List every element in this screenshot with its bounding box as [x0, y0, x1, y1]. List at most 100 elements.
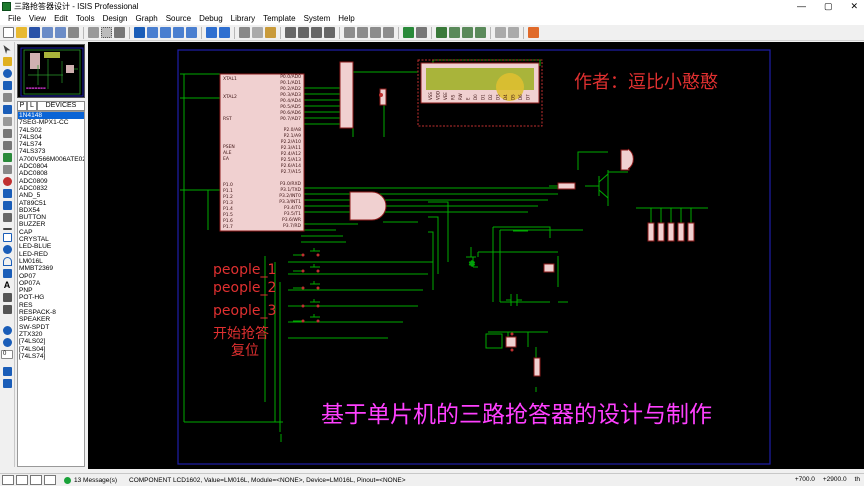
- push-button[interactable]: [293, 281, 320, 290]
- base-resistor[interactable]: [557, 182, 576, 190]
- box-2d-icon[interactable]: [2, 233, 12, 242]
- device-list-item[interactable]: [74LS04]: [18, 346, 84, 353]
- menu-edit[interactable]: Edit: [50, 14, 72, 23]
- library-manager-button[interactable]: L: [27, 101, 37, 111]
- resistor-row[interactable]: [647, 222, 695, 242]
- device-list[interactable]: 1N4148 7SEG-MPX1-CC 74LS02 74LS04 74LS74 74LS…: [17, 111, 85, 467]
- pick-device-icon[interactable]: [344, 27, 355, 38]
- open-file-icon[interactable]: [16, 27, 27, 38]
- device-list-item[interactable]: 7SEG-MPX1-CC: [18, 119, 84, 126]
- push-button[interactable]: [293, 264, 320, 273]
- block-move-icon[interactable]: [298, 27, 309, 38]
- wire-autorouter-icon[interactable]: [403, 27, 414, 38]
- bill-of-materials-icon[interactable]: [495, 27, 506, 38]
- device-list-item[interactable]: ZTX320: [18, 331, 84, 338]
- netlist-to-ares-icon[interactable]: [528, 27, 539, 38]
- remove-sheet-icon[interactable]: [462, 27, 473, 38]
- device-list-item[interactable]: AT89C51: [18, 200, 84, 207]
- device-list-item[interactable]: POT-HG: [18, 294, 84, 301]
- menu-library[interactable]: Library: [227, 14, 259, 23]
- zoom-out-icon[interactable]: [160, 27, 171, 38]
- print-icon[interactable]: [68, 27, 79, 38]
- device-list-item[interactable]: [74LS74]: [18, 353, 84, 360]
- stop-button[interactable]: [44, 475, 56, 485]
- path-2d-icon[interactable]: [2, 269, 12, 278]
- pick-devices-button[interactable]: P: [17, 101, 27, 111]
- copy-icon[interactable]: [252, 27, 263, 38]
- device-list-item[interactable]: ADC0809: [18, 178, 84, 185]
- rotate-anticlockwise-icon[interactable]: [2, 338, 12, 347]
- component-mode-icon[interactable]: [2, 57, 12, 66]
- device-list-item[interactable]: ADC0804: [18, 163, 84, 170]
- device-list-item[interactable]: LM016L: [18, 258, 84, 265]
- device-list-item[interactable]: RESPACK-8: [18, 309, 84, 316]
- menu-template[interactable]: Template: [259, 14, 299, 23]
- device-list-item[interactable]: OP07: [18, 273, 84, 280]
- menu-help[interactable]: Help: [334, 14, 358, 23]
- current-probe-icon[interactable]: [2, 201, 12, 210]
- block-rotate-icon[interactable]: [311, 27, 322, 38]
- wire-label-icon[interactable]: [2, 81, 12, 90]
- device-list-item[interactable]: ADC0832: [18, 185, 84, 192]
- device-list-item[interactable]: BUTTON: [18, 214, 84, 221]
- pause-button[interactable]: [30, 475, 42, 485]
- device-list-item[interactable]: BDX54: [18, 207, 84, 214]
- device-list-item[interactable]: SW-SPDT: [18, 324, 84, 331]
- block-delete-icon[interactable]: [324, 27, 335, 38]
- text-2d-icon[interactable]: A: [3, 281, 12, 290]
- mirror-x-icon[interactable]: [2, 367, 12, 376]
- device-list-item[interactable]: A700V566M006ATE028: [18, 156, 84, 163]
- tape-recorder-icon[interactable]: [2, 165, 12, 174]
- contrast-potentiometer[interactable]: [379, 88, 387, 106]
- junction-dot-icon[interactable]: [2, 69, 12, 78]
- schematic-canvas[interactable]: XTAL1 XTAL2 RST PSEN ALE EA P1.0 P1.1 P1.2 P1.3 P1…: [88, 42, 864, 469]
- device-list-item[interactable]: BUZZER: [18, 221, 84, 228]
- lcd1602[interactable]: VSS VDD VEE RS RW E D0 D1 D2 D3 D4 D5 D6 D7: [417, 59, 543, 127]
- zoom-in-icon[interactable]: [147, 27, 158, 38]
- buses-icon[interactable]: [2, 105, 12, 114]
- device-list-item[interactable]: AND_5: [18, 192, 84, 199]
- generator-icon[interactable]: [2, 177, 12, 186]
- pan-icon[interactable]: [134, 27, 145, 38]
- device-list-item[interactable]: CRYSTAL: [18, 236, 84, 243]
- import-icon[interactable]: [42, 27, 53, 38]
- device-list-item[interactable]: CAP: [18, 229, 84, 236]
- cut-icon[interactable]: [239, 27, 250, 38]
- decompose-icon[interactable]: [383, 27, 394, 38]
- text-script-icon[interactable]: [2, 93, 12, 102]
- new-file-icon[interactable]: [3, 27, 14, 38]
- device-list-item[interactable]: MMBT2369: [18, 265, 84, 272]
- rotation-value-field[interactable]: 0: [1, 350, 13, 359]
- voltage-probe-icon[interactable]: [2, 189, 12, 198]
- message-count[interactable]: 13 Message(s): [74, 477, 117, 484]
- menu-source[interactable]: Source: [162, 14, 195, 23]
- grid-icon[interactable]: [101, 27, 112, 38]
- crystal-oscillator[interactable]: [506, 226, 555, 306]
- device-list-item[interactable]: RES: [18, 302, 84, 309]
- zoom-all-icon[interactable]: [173, 27, 184, 38]
- terminals-icon[interactable]: [2, 129, 12, 138]
- export-icon[interactable]: [55, 27, 66, 38]
- device-list-item[interactable]: OP07A: [18, 280, 84, 287]
- electrical-check-icon[interactable]: [508, 27, 519, 38]
- menu-system[interactable]: System: [300, 14, 335, 23]
- redo-icon[interactable]: [219, 27, 230, 38]
- push-button[interactable]: [293, 248, 320, 257]
- device-list-item[interactable]: 74LS04: [18, 134, 84, 141]
- block-copy-icon[interactable]: [285, 27, 296, 38]
- new-sheet-icon[interactable]: [449, 27, 460, 38]
- play-button[interactable]: [2, 475, 14, 485]
- step-button[interactable]: [16, 475, 28, 485]
- arc-2d-icon[interactable]: [2, 257, 12, 266]
- menu-tools[interactable]: Tools: [72, 14, 99, 23]
- push-buttons[interactable]: [293, 248, 320, 323]
- device-list-item[interactable]: 74LS74: [18, 141, 84, 148]
- device-list-item[interactable]: LED-RED: [18, 251, 84, 258]
- device-list-item[interactable]: [74LS02]: [18, 338, 84, 345]
- device-list-item[interactable]: PNP: [18, 287, 84, 294]
- buzzer[interactable]: [620, 148, 634, 171]
- line-2d-icon[interactable]: [2, 228, 12, 230]
- paste-icon[interactable]: [265, 27, 276, 38]
- save-icon[interactable]: [29, 27, 40, 38]
- menu-graph[interactable]: Graph: [131, 14, 161, 23]
